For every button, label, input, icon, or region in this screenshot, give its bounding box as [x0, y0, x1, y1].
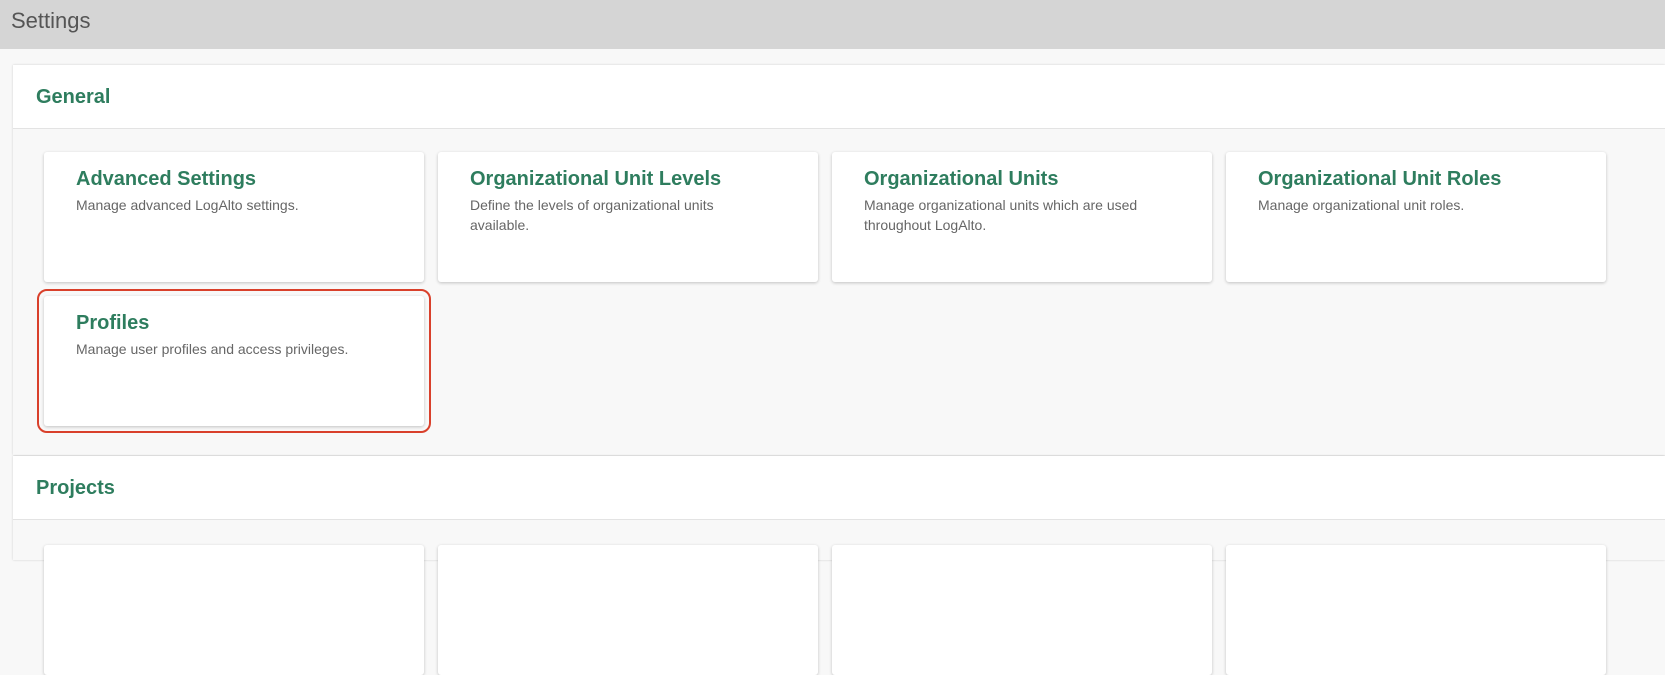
card-description: Manage organizational units which are us…: [864, 197, 1138, 233]
section-title-general: General: [36, 86, 111, 108]
card-description: Manage user profiles and access privileg…: [76, 341, 349, 357]
section-title-projects: Projects: [36, 477, 115, 499]
section-header: General: [13, 65, 1665, 129]
card-organizational-unit-roles[interactable]: Organizational Unit Roles Manage organiz…: [1226, 152, 1606, 282]
card-title: Organizational Units: [864, 168, 1059, 190]
section-projects: Projects: [13, 456, 1665, 675]
card-profiles[interactable]: Profiles Manage user profiles and access…: [37, 289, 431, 433]
project-card[interactable]: [832, 545, 1212, 675]
project-card[interactable]: [438, 545, 818, 675]
card-title: Advanced Settings: [76, 168, 257, 190]
section-general: General Advanced Settings Manage advance…: [13, 65, 1665, 455]
section-header: Projects: [13, 456, 1665, 520]
card-organizational-unit-levels[interactable]: Organizational Unit Levels Define the le…: [438, 152, 818, 282]
card-title: Organizational Unit Roles: [1258, 168, 1502, 190]
project-card[interactable]: [44, 545, 424, 675]
card-description: Manage organizational unit roles.: [1258, 197, 1465, 213]
page-title: Settings: [11, 8, 91, 33]
card-title: Organizational Unit Levels: [470, 168, 722, 190]
top-bar: Settings: [0, 0, 1665, 49]
card-advanced-settings[interactable]: Advanced Settings Manage advanced LogAlt…: [44, 152, 424, 282]
card-description: Define the levels of organizational unit…: [470, 197, 714, 233]
project-card[interactable]: [1226, 545, 1606, 675]
card-title: Profiles: [76, 312, 150, 334]
card-organizational-units[interactable]: Organizational Units Manage organization…: [832, 152, 1212, 282]
card-description: Manage advanced LogAlto settings.: [76, 197, 299, 213]
